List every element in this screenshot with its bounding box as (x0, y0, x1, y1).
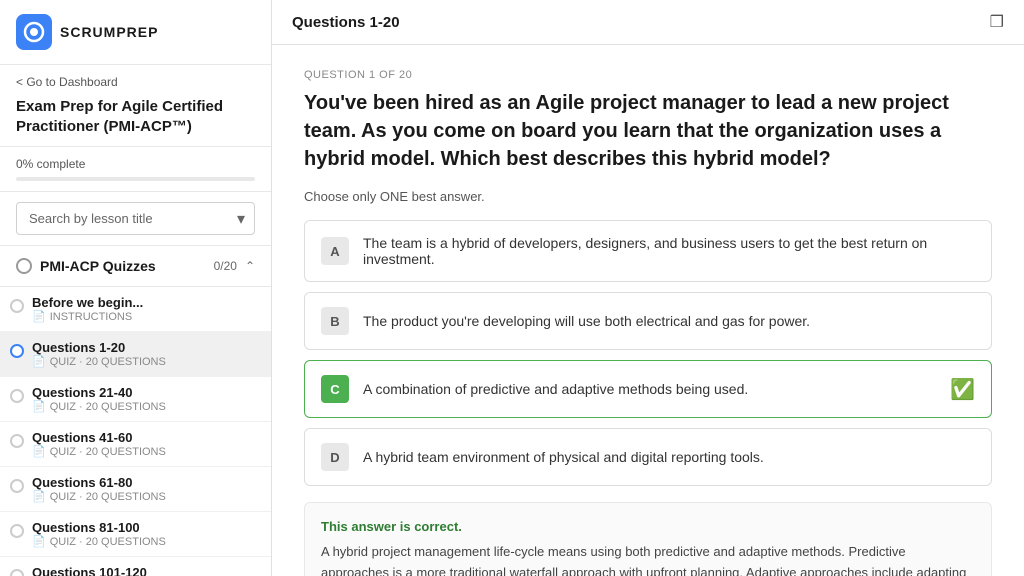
option-text-b: The product you're developing will use b… (363, 313, 975, 329)
search-section: Search by lesson title (0, 192, 271, 246)
option-letter-b: B (321, 307, 349, 335)
instructions-icon: 📄 (32, 310, 46, 323)
list-item[interactable]: Questions 21-40 📄 QUIZ · 20 QUESTIONS (0, 377, 271, 422)
correct-checkmark-icon: ✅ (950, 377, 975, 402)
search-wrapper: Search by lesson title (16, 202, 255, 235)
lessons-list: PMI-ACP Quizzes 0/20 ⌃ Before we begin..… (0, 246, 271, 576)
lesson-subtitle: 📄 QUIZ · 20 QUESTIONS (32, 535, 255, 548)
progress-label: 0% complete (16, 157, 255, 171)
back-to-dashboard-link[interactable]: < Go to Dashboard (16, 75, 255, 89)
main-header-title: Questions 1-20 (292, 14, 400, 31)
lesson-title: Questions 1-20 (32, 340, 255, 355)
logo-icon (16, 14, 52, 50)
expand-icon[interactable]: ❒ (990, 12, 1004, 32)
list-item[interactable]: Questions 101-120 📄 QUIZ · 20 QUESTIONS (0, 557, 271, 576)
lesson-circle-icon (10, 344, 24, 358)
choose-label: Choose only ONE best answer. (304, 189, 992, 204)
list-item[interactable]: Questions 81-100 📄 QUIZ · 20 QUESTIONS (0, 512, 271, 557)
lesson-circle-icon (10, 524, 24, 538)
list-item[interactable]: Before we begin... 📄 INSTRUCTIONS (0, 287, 271, 332)
list-item[interactable]: Questions 1-20 📄 QUIZ · 20 QUESTIONS (0, 332, 271, 377)
quiz-group-title: PMI-ACP Quizzes (40, 258, 156, 274)
lesson-title: Before we begin... (32, 295, 255, 310)
option-text-a: The team is a hybrid of developers, desi… (363, 235, 975, 267)
question-text: You've been hired as an Agile project ma… (304, 89, 992, 173)
answer-option-c[interactable]: C A combination of predictive and adapti… (304, 360, 992, 418)
lesson-title: Questions 101-120 (32, 565, 255, 576)
quiz-icon: 📄 (32, 355, 46, 368)
lesson-subtitle: 📄 QUIZ · 20 QUESTIONS (32, 355, 255, 368)
lesson-title: Questions 21-40 (32, 385, 255, 400)
quiz-group-header[interactable]: PMI-ACP Quizzes 0/20 ⌃ (0, 246, 271, 287)
lesson-title: Questions 41-60 (32, 430, 255, 445)
quiz-group-left: PMI-ACP Quizzes (16, 258, 156, 274)
lesson-subtitle: 📄 QUIZ · 20 QUESTIONS (32, 490, 255, 503)
progress-bar-background (16, 177, 255, 181)
lesson-circle-icon (10, 434, 24, 448)
answer-option-b[interactable]: B The product you're developing will use… (304, 292, 992, 350)
quiz-icon: 📄 (32, 400, 46, 413)
quiz-icon: 📄 (32, 535, 46, 548)
course-title: Exam Prep for Agile Certified Practition… (16, 97, 255, 136)
option-text-d: A hybrid team environment of physical an… (363, 449, 975, 465)
quiz-icon: 📄 (32, 445, 46, 458)
lesson-title: Questions 61-80 (32, 475, 255, 490)
explanation-text: A hybrid project management life-cycle m… (321, 542, 975, 576)
question-label: QUESTION 1 OF 20 (304, 69, 992, 81)
question-area: QUESTION 1 OF 20 You've been hired as an… (272, 45, 1024, 576)
chevron-up-icon: ⌃ (245, 259, 255, 273)
logo-text: SCRUMPREP (60, 24, 158, 40)
option-letter-d: D (321, 443, 349, 471)
lesson-circle-icon (10, 299, 24, 313)
quiz-count: 0/20 (214, 259, 237, 273)
lesson-circle-icon (10, 569, 24, 576)
lesson-title: Questions 81-100 (32, 520, 255, 535)
option-letter-a: A (321, 237, 349, 265)
list-item[interactable]: Questions 61-80 📄 QUIZ · 20 QUESTIONS (0, 467, 271, 512)
option-letter-c: C (321, 375, 349, 403)
sidebar-nav: < Go to Dashboard Exam Prep for Agile Ce… (0, 65, 271, 147)
main-header: Questions 1-20 ❒ (272, 0, 1024, 45)
group-circle-icon (16, 258, 32, 274)
progress-section: 0% complete (0, 147, 271, 192)
lesson-search-select[interactable]: Search by lesson title (16, 202, 255, 235)
answer-explanation: This answer is correct. A hybrid project… (304, 502, 992, 576)
quiz-icon: 📄 (32, 490, 46, 503)
lesson-circle-icon (10, 389, 24, 403)
lesson-circle-icon (10, 479, 24, 493)
option-text-c: A combination of predictive and adaptive… (363, 381, 936, 397)
list-item[interactable]: Questions 41-60 📄 QUIZ · 20 QUESTIONS (0, 422, 271, 467)
explanation-correct-label: This answer is correct. (321, 519, 975, 534)
sidebar-header: SCRUMPREP (0, 0, 271, 65)
lesson-subtitle: 📄 INSTRUCTIONS (32, 310, 255, 323)
sidebar: SCRUMPREP < Go to Dashboard Exam Prep fo… (0, 0, 272, 576)
lesson-subtitle: 📄 QUIZ · 20 QUESTIONS (32, 400, 255, 413)
answer-option-d[interactable]: D A hybrid team environment of physical … (304, 428, 992, 486)
answer-option-a[interactable]: A The team is a hybrid of developers, de… (304, 220, 992, 282)
lesson-subtitle: 📄 QUIZ · 20 QUESTIONS (32, 445, 255, 458)
main-content: Questions 1-20 ❒ QUESTION 1 OF 20 You've… (272, 0, 1024, 576)
